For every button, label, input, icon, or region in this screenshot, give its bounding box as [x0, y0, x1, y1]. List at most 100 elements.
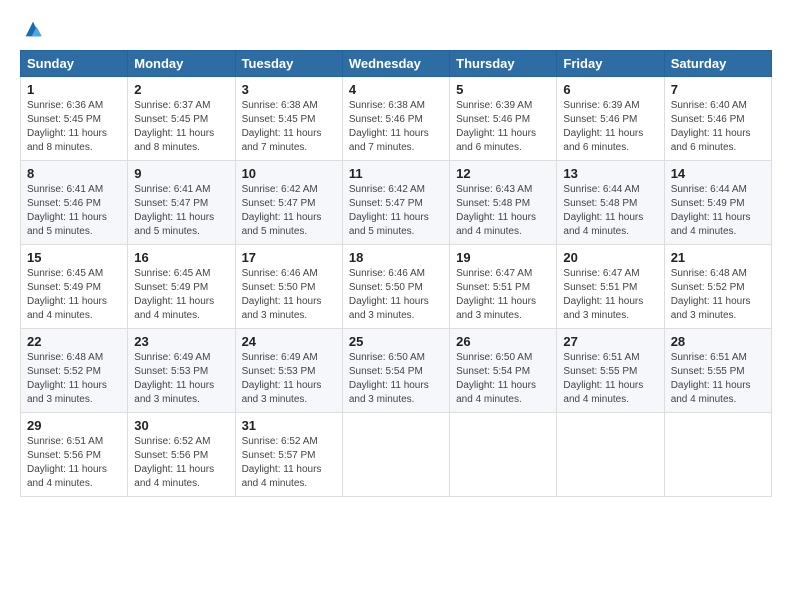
day-info: Sunrise: 6:47 AMSunset: 5:51 PMDaylight:…	[456, 267, 550, 323]
day-info: Sunrise: 6:41 AMSunset: 5:47 PMDaylight:…	[134, 183, 228, 239]
day-number: 22	[27, 334, 121, 349]
day-info: Sunrise: 6:42 AMSunset: 5:47 PMDaylight:…	[242, 183, 336, 239]
day-info: Sunrise: 6:47 AMSunset: 5:51 PMDaylight:…	[563, 267, 657, 323]
logo	[20, 18, 44, 40]
day-info: Sunrise: 6:48 AMSunset: 5:52 PMDaylight:…	[27, 351, 121, 407]
day-info: Sunrise: 6:50 AMSunset: 5:54 PMDaylight:…	[456, 351, 550, 407]
calendar-cell: 14Sunrise: 6:44 AMSunset: 5:49 PMDayligh…	[664, 161, 771, 245]
calendar-cell: 7Sunrise: 6:40 AMSunset: 5:46 PMDaylight…	[664, 77, 771, 161]
day-number: 15	[27, 250, 121, 265]
weekday-header: Tuesday	[235, 51, 342, 77]
calendar-cell: 29 Sunrise: 6:51 AMSunset: 5:56 PMDayligh…	[21, 413, 128, 497]
day-number: 13	[563, 166, 657, 181]
day-number: 3	[242, 82, 336, 97]
calendar-cell: 1 Sunrise: 6:36 AMSunset: 5:45 PMDaylight…	[21, 77, 128, 161]
calendar-cell: 10 Sunrise: 6:42 AMSunset: 5:47 PMDayligh…	[235, 161, 342, 245]
calendar-cell: 19 Sunrise: 6:47 AMSunset: 5:51 PMDayligh…	[450, 245, 557, 329]
day-info: Sunrise: 6:38 AMSunset: 5:45 PMDaylight:…	[242, 99, 336, 155]
calendar-cell: 23 Sunrise: 6:49 AMSunset: 5:53 PMDayligh…	[128, 329, 235, 413]
day-info: Sunrise: 6:41 AMSunset: 5:46 PMDaylight:…	[27, 183, 121, 239]
day-number: 16	[134, 250, 228, 265]
weekday-header: Saturday	[664, 51, 771, 77]
calendar-week-row: 8 Sunrise: 6:41 AMSunset: 5:46 PMDaylight…	[21, 161, 772, 245]
weekday-header: Sunday	[21, 51, 128, 77]
day-number: 26	[456, 334, 550, 349]
calendar-cell: 3 Sunrise: 6:38 AMSunset: 5:45 PMDaylight…	[235, 77, 342, 161]
calendar-cell: 21Sunrise: 6:48 AMSunset: 5:52 PMDayligh…	[664, 245, 771, 329]
calendar-week-row: 22 Sunrise: 6:48 AMSunset: 5:52 PMDayligh…	[21, 329, 772, 413]
day-number: 24	[242, 334, 336, 349]
day-info: Sunrise: 6:49 AMSunset: 5:53 PMDaylight:…	[242, 351, 336, 407]
day-info: Sunrise: 6:52 AMSunset: 5:56 PMDaylight:…	[134, 435, 228, 491]
day-info: Sunrise: 6:37 AMSunset: 5:45 PMDaylight:…	[134, 99, 228, 155]
calendar-cell: 13 Sunrise: 6:44 AMSunset: 5:48 PMDayligh…	[557, 161, 664, 245]
day-number: 11	[349, 166, 443, 181]
day-info: Sunrise: 6:44 AMSunset: 5:48 PMDaylight:…	[563, 183, 657, 239]
day-info: Sunrise: 6:49 AMSunset: 5:53 PMDaylight:…	[134, 351, 228, 407]
day-number: 12	[456, 166, 550, 181]
day-info: Sunrise: 6:52 AMSunset: 5:57 PMDaylight:…	[242, 435, 336, 491]
day-number: 6	[563, 82, 657, 97]
day-number: 30	[134, 418, 228, 433]
calendar-cell: 15 Sunrise: 6:45 AMSunset: 5:49 PMDayligh…	[21, 245, 128, 329]
calendar-cell: 26 Sunrise: 6:50 AMSunset: 5:54 PMDayligh…	[450, 329, 557, 413]
day-number: 4	[349, 82, 443, 97]
calendar-cell: 8 Sunrise: 6:41 AMSunset: 5:46 PMDaylight…	[21, 161, 128, 245]
calendar-cell: 5Sunrise: 6:39 AMSunset: 5:46 PMDaylight…	[450, 77, 557, 161]
day-number: 8	[27, 166, 121, 181]
calendar-cell: 27Sunrise: 6:51 AMSunset: 5:55 PMDayligh…	[557, 329, 664, 413]
logo-icon	[22, 18, 44, 40]
day-number: 28	[671, 334, 765, 349]
calendar-cell: 12 Sunrise: 6:43 AMSunset: 5:48 PMDayligh…	[450, 161, 557, 245]
calendar-table: SundayMondayTuesdayWednesdayThursdayFrid…	[20, 50, 772, 497]
day-number: 10	[242, 166, 336, 181]
calendar-cell: 18Sunrise: 6:46 AMSunset: 5:50 PMDayligh…	[342, 245, 449, 329]
day-number: 5	[456, 82, 550, 97]
calendar-header-row: SundayMondayTuesdayWednesdayThursdayFrid…	[21, 51, 772, 77]
calendar-cell	[557, 413, 664, 497]
day-info: Sunrise: 6:45 AMSunset: 5:49 PMDaylight:…	[134, 267, 228, 323]
calendar-cell: 28 Sunrise: 6:51 AMSunset: 5:55 PMDayligh…	[664, 329, 771, 413]
day-info: Sunrise: 6:51 AMSunset: 5:55 PMDaylight:…	[671, 351, 765, 407]
day-info: Sunrise: 6:39 AMSunset: 5:46 PMDaylight:…	[563, 99, 657, 155]
calendar-cell: 2 Sunrise: 6:37 AMSunset: 5:45 PMDaylight…	[128, 77, 235, 161]
calendar-week-row: 1 Sunrise: 6:36 AMSunset: 5:45 PMDaylight…	[21, 77, 772, 161]
day-number: 25	[349, 334, 443, 349]
day-number: 17	[242, 250, 336, 265]
calendar-cell: 11 Sunrise: 6:42 AMSunset: 5:47 PMDayligh…	[342, 161, 449, 245]
day-number: 19	[456, 250, 550, 265]
page: SundayMondayTuesdayWednesdayThursdayFrid…	[0, 0, 792, 507]
day-info: Sunrise: 6:51 AMSunset: 5:56 PMDaylight:…	[27, 435, 121, 491]
day-number: 2	[134, 82, 228, 97]
day-info: Sunrise: 6:51 AMSunset: 5:55 PMDaylight:…	[563, 351, 657, 407]
calendar-cell: 20 Sunrise: 6:47 AMSunset: 5:51 PMDayligh…	[557, 245, 664, 329]
calendar-cell	[342, 413, 449, 497]
day-number: 29	[27, 418, 121, 433]
day-number: 20	[563, 250, 657, 265]
day-info: Sunrise: 6:46 AMSunset: 5:50 PMDaylight:…	[242, 267, 336, 323]
day-info: Sunrise: 6:50 AMSunset: 5:54 PMDaylight:…	[349, 351, 443, 407]
calendar-cell: 25 Sunrise: 6:50 AMSunset: 5:54 PMDayligh…	[342, 329, 449, 413]
day-info: Sunrise: 6:46 AMSunset: 5:50 PMDaylight:…	[349, 267, 443, 323]
day-number: 1	[27, 82, 121, 97]
header	[20, 18, 772, 40]
calendar-cell: 4 Sunrise: 6:38 AMSunset: 5:46 PMDaylight…	[342, 77, 449, 161]
weekday-header: Thursday	[450, 51, 557, 77]
day-info: Sunrise: 6:45 AMSunset: 5:49 PMDaylight:…	[27, 267, 121, 323]
calendar-week-row: 15 Sunrise: 6:45 AMSunset: 5:49 PMDayligh…	[21, 245, 772, 329]
day-info: Sunrise: 6:43 AMSunset: 5:48 PMDaylight:…	[456, 183, 550, 239]
calendar-cell: 22 Sunrise: 6:48 AMSunset: 5:52 PMDayligh…	[21, 329, 128, 413]
day-info: Sunrise: 6:38 AMSunset: 5:46 PMDaylight:…	[349, 99, 443, 155]
day-info: Sunrise: 6:36 AMSunset: 5:45 PMDaylight:…	[27, 99, 121, 155]
calendar-week-row: 29 Sunrise: 6:51 AMSunset: 5:56 PMDayligh…	[21, 413, 772, 497]
day-info: Sunrise: 6:40 AMSunset: 5:46 PMDaylight:…	[671, 99, 765, 155]
weekday-header: Monday	[128, 51, 235, 77]
day-number: 21	[671, 250, 765, 265]
day-info: Sunrise: 6:44 AMSunset: 5:49 PMDaylight:…	[671, 183, 765, 239]
calendar-cell: 6 Sunrise: 6:39 AMSunset: 5:46 PMDaylight…	[557, 77, 664, 161]
day-info: Sunrise: 6:42 AMSunset: 5:47 PMDaylight:…	[349, 183, 443, 239]
day-number: 31	[242, 418, 336, 433]
day-number: 23	[134, 334, 228, 349]
calendar-cell: 31 Sunrise: 6:52 AMSunset: 5:57 PMDayligh…	[235, 413, 342, 497]
weekday-header: Friday	[557, 51, 664, 77]
